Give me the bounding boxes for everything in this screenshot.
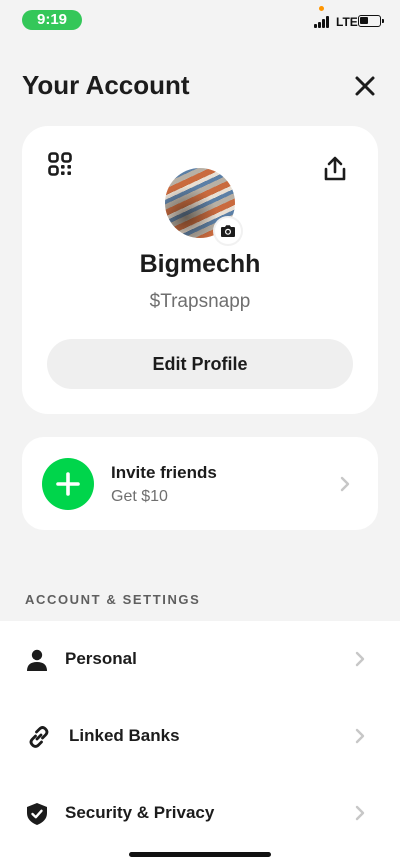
settings-item-linked-banks[interactable]: Linked Banks	[0, 698, 400, 775]
invite-friends-card[interactable]: Invite friends Get $10	[22, 437, 378, 530]
battery-icon	[358, 15, 384, 27]
cashtag: $Trapsnapp	[149, 291, 251, 312]
page-title: Your Account	[22, 70, 190, 100]
settings-item-security-privacy[interactable]: Security & Privacy	[0, 775, 400, 852]
privacy-indicator-dot	[319, 6, 324, 11]
invite-subtitle: Get $10	[111, 488, 168, 505]
invite-plus-badge	[42, 458, 94, 510]
chevron-right-icon	[355, 728, 365, 744]
share-icon	[324, 156, 346, 181]
close-icon	[355, 76, 375, 96]
home-indicator[interactable]	[129, 852, 271, 857]
plus-icon	[56, 472, 80, 496]
invite-title: Invite friends	[111, 463, 217, 482]
settings-item-label: Linked Banks	[69, 726, 180, 745]
settings-item-personal[interactable]: Personal	[0, 621, 400, 698]
person-icon	[27, 649, 47, 671]
settings-item-label: Personal	[65, 649, 137, 668]
chevron-right-icon	[355, 805, 365, 821]
settings-list: Personal Linked Banks Security & Privacy	[0, 621, 400, 866]
shield-icon	[27, 803, 47, 825]
network-type: LTE	[336, 15, 358, 29]
section-label-account-settings: ACCOUNT & SETTINGS	[25, 592, 201, 607]
status-time: 9:19	[22, 10, 82, 30]
signal-strength-icon	[314, 16, 332, 28]
close-button[interactable]	[352, 73, 378, 99]
change-photo-button[interactable]	[215, 218, 241, 244]
settings-item-label: Security & Privacy	[65, 803, 215, 822]
share-button[interactable]	[323, 156, 347, 182]
edit-profile-button[interactable]: Edit Profile	[47, 339, 353, 389]
camera-icon	[221, 225, 235, 237]
chevron-right-icon	[355, 651, 365, 667]
chevron-right-icon	[340, 476, 350, 492]
qr-code-button[interactable]	[48, 152, 72, 176]
link-icon	[29, 726, 49, 748]
status-bar: 9:19 LTE	[0, 0, 400, 40]
profile-card: Bigmechh $Trapsnapp Edit Profile	[22, 126, 378, 414]
qr-code-icon	[48, 152, 72, 176]
display-name: Bigmechh	[139, 250, 261, 278]
